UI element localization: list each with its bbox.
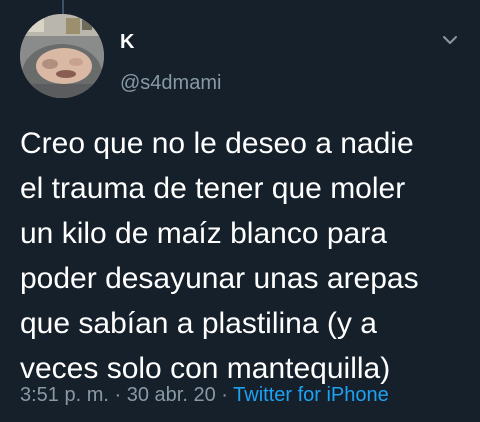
tweet-date: 30 abr. 20 <box>126 384 216 406</box>
avatar-image <box>20 14 104 98</box>
tweet-metadata: 3:51 p. m. · 30 abr. 20 · Twitter for iP… <box>20 381 389 409</box>
tweet-text: Creo que no le deseo a nadie el trauma d… <box>20 127 419 385</box>
tweet-source-link[interactable]: Twitter for iPhone <box>233 384 389 406</box>
user-handle[interactable]: @s4dmami <box>120 71 221 95</box>
thread-connector-line <box>62 0 64 14</box>
display-name[interactable]: K <box>120 30 134 54</box>
meta-separator: · <box>221 384 228 406</box>
avatar[interactable] <box>20 14 104 98</box>
meta-separator: · <box>114 384 122 406</box>
chevron-down-icon[interactable] <box>440 30 460 50</box>
tweet: K @s4dmami Creo que no le deseo a nadie … <box>0 0 480 422</box>
tweet-time: 3:51 p. m. <box>20 384 109 406</box>
